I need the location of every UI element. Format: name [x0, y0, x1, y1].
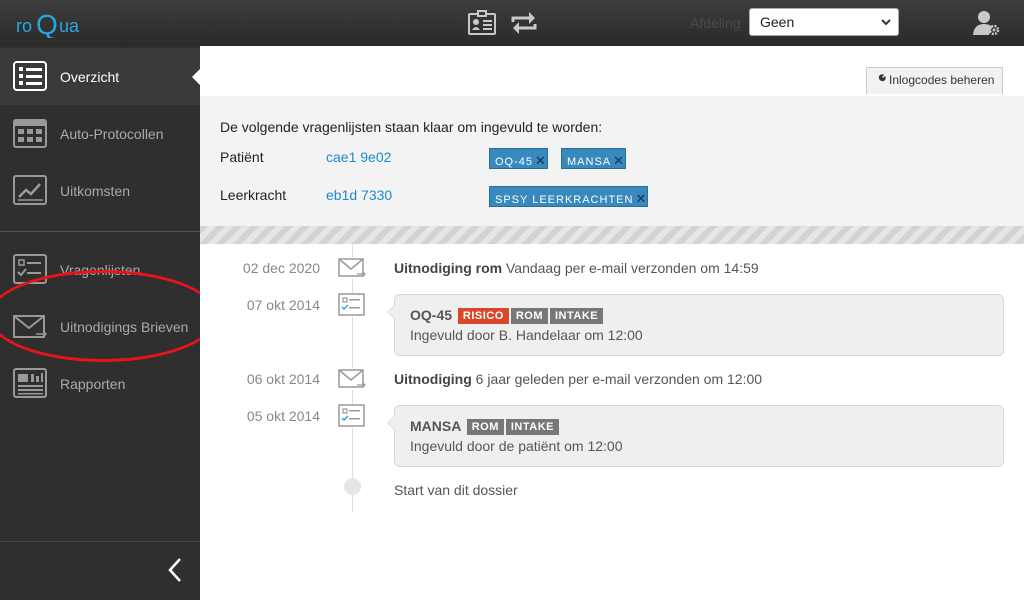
sidebar-divider: [0, 231, 200, 232]
intake-badge: INTAKE: [505, 419, 560, 435]
timeline-date: 07 okt 2014: [246, 297, 320, 313]
timeline-invite: Uitnodiging rom Vandaag per e-mail verzo…: [394, 260, 759, 276]
roqua-logo-mark: ro Q ua: [16, 9, 80, 40]
remove-tag-icon[interactable]: ✕: [613, 153, 625, 168]
patient-name: P. Atient: [126, 17, 166, 29]
chevron-down-icon: [881, 19, 891, 26]
invite-title: Uitnodiging rom: [394, 260, 503, 276]
manage-login-codes-button[interactable]: Inlogcodes beheren: [866, 67, 1004, 94]
envelope-arrow-icon: [337, 368, 367, 390]
switch-patient-icon[interactable]: [509, 9, 539, 37]
sidebar-item-label: Rapporten: [60, 376, 126, 392]
id-value: 12345678: [192, 17, 241, 29]
gender-label: Geslacht: [250, 17, 294, 29]
card-subtitle: Ingevuld door de patiënt om 12:00: [410, 438, 623, 454]
svg-text:ua: ua: [59, 16, 80, 36]
remove-tag-icon[interactable]: ✕: [635, 191, 647, 206]
card-title: OQ-45 RISICO ROM INTAKE: [410, 307, 604, 324]
risk-badge: RISICO: [457, 308, 509, 324]
department-label: Afdeling: [690, 15, 741, 31]
login-code-link[interactable]: cae1 9e02: [326, 149, 391, 165]
sidebar-item-label: Auto-Protocollen: [60, 126, 164, 142]
sidebar-item-label: Overzicht: [60, 69, 120, 85]
questionnaire-tag[interactable]: SPSY LEERKRACHTEN ✕: [489, 186, 649, 207]
patient-card-icon[interactable]: [467, 9, 497, 37]
svg-text:ro: ro: [16, 16, 32, 36]
timeline-date: 06 okt 2014: [246, 371, 320, 387]
line-chart-icon: [13, 175, 47, 205]
timeline-start-text: Start van dit dossier: [394, 482, 518, 498]
checklist-icon: [337, 404, 367, 428]
questionnaire-card[interactable]: MANSA ROM INTAKE Ingevuld door de patiënt…: [387, 405, 1004, 467]
invite-detail: 6 jaar geleden per e-mail verzonden om 1…: [475, 371, 763, 387]
rom-badge: ROM: [466, 419, 504, 435]
questionnaire-name: OQ-45: [410, 307, 453, 323]
envelope-arrow-icon: [337, 257, 367, 279]
card-subtitle: Ingevuld door B. Handelaar om 12:00: [410, 327, 643, 343]
calendar-grid-icon: [13, 119, 47, 148]
timeline-date: 05 okt 2014: [246, 408, 320, 424]
striped-divider: [200, 226, 1024, 244]
chevron-left-icon: [168, 558, 181, 582]
remove-tag-icon[interactable]: ✕: [535, 153, 547, 168]
invite-title: Uitnodiging: [394, 371, 472, 387]
sidebar-item-uitkomsten[interactable]: Uitkomsten: [0, 162, 200, 219]
svg-text:Q: Q: [36, 9, 58, 38]
dob-value: 16-05-1979: [400, 17, 457, 29]
collapse-sidebar-button[interactable]: [0, 541, 200, 600]
questionnaire-card[interactable]: OQ-45 RISICO ROM INTAKE Ingevuld door B. H…: [387, 294, 1004, 356]
tag-label: SPSY LEERKRACHTEN: [495, 194, 634, 206]
tag-label: MANSA: [567, 156, 612, 168]
id-label: ID: [177, 17, 188, 29]
checklist-icon: [337, 293, 367, 317]
button-label: Inlogcodes beheren: [889, 73, 995, 87]
overview-list-icon: [13, 61, 47, 91]
intake-badge: INTAKE: [549, 308, 604, 324]
tag-label: OQ-45: [495, 156, 534, 168]
pending-questionnaires-panel: De volgende vragenlijsten staan klaar om…: [200, 96, 1024, 226]
sidebar-item-rapporten[interactable]: Rapporten: [0, 355, 200, 412]
sidebar-item-label: Uitkomsten: [60, 183, 131, 199]
sidebar: Overzicht Auto-Protocollen Uitkomsten Vr…: [0, 46, 218, 600]
login-code-link[interactable]: eb1d 7330: [326, 187, 392, 203]
top-bar: ro Q ua P. Atient ID 12345678 Geslacht M…: [0, 0, 1024, 46]
pending-intro: De volgende vragenlijsten staan klaar om…: [220, 119, 603, 135]
respondent-label: Leerkracht: [220, 187, 287, 203]
invite-detail: Vandaag per e-mail verzonden om 14:59: [505, 260, 759, 276]
questionnaire-tag[interactable]: MANSA ✕: [561, 148, 627, 169]
gender-value: Mannelijk: [298, 17, 345, 29]
rom-badge: ROM: [510, 308, 548, 324]
department-value: Geen: [760, 14, 795, 30]
card-title: MANSA ROM INTAKE: [410, 418, 560, 435]
questionnaire-name: MANSA: [410, 418, 461, 434]
timeline-date: 02 dec 2020: [242, 260, 320, 276]
report-icon: [13, 368, 47, 398]
wrench-icon: [875, 74, 886, 85]
timeline-start-dot: [344, 478, 361, 495]
roqua-logo[interactable]: ro Q ua: [16, 8, 100, 40]
dob-label: Geb.dat.: [353, 17, 396, 29]
timeline-invite: Uitnodiging 6 jaar geleden per e-mail ve…: [394, 371, 762, 387]
user-settings-icon[interactable]: [972, 9, 1002, 37]
department-select[interactable]: Geen: [749, 8, 899, 36]
sidebar-item-auto-protocollen[interactable]: Auto-Protocollen: [0, 105, 200, 162]
main-content: Inlogcodes beheren De volgende vragenlij…: [200, 46, 1024, 600]
questionnaire-tag[interactable]: OQ-45 ✕: [489, 148, 548, 169]
respondent-label: Patiënt: [220, 149, 264, 165]
sidebar-item-overzicht[interactable]: Overzicht: [0, 48, 200, 105]
